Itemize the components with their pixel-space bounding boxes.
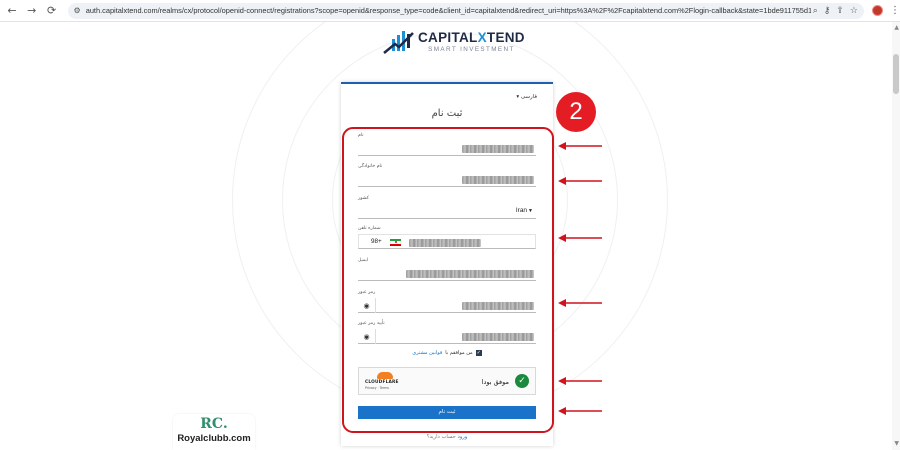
watermark-logo: RC. <box>200 416 228 432</box>
annotation-arrow-icon <box>558 142 602 150</box>
brand-logo: CAPITALXTEND SMART INVESTMENT <box>383 29 525 55</box>
scroll-down-icon[interactable]: ▼ <box>894 440 899 447</box>
watermark-badge: RC. Royalclubb.com <box>173 414 255 450</box>
logo-mark-icon <box>383 31 414 54</box>
login-prompt: ورود حساب دارید؟ <box>426 434 468 440</box>
annotation-arrow-icon <box>558 407 602 415</box>
annotation-arrow-icon <box>558 299 602 307</box>
annotation-highlight-box <box>342 127 554 433</box>
login-link[interactable]: ورود <box>457 434 467 440</box>
profile-avatar[interactable] <box>871 5 883 16</box>
reload-icon[interactable]: ⟳ <box>44 3 60 19</box>
menu-dots-icon[interactable]: ⋮ <box>890 5 900 16</box>
address-bar[interactable]: ⚙ auth.capitalxtend.com/realms/cx/protoc… <box>67 2 864 19</box>
key-icon[interactable]: ⚷ <box>824 6 831 16</box>
scrollbar-thumb[interactable] <box>893 54 899 94</box>
brand-tagline: SMART INVESTMENT <box>428 46 515 53</box>
site-info-icon[interactable]: ⚙ <box>74 6 81 15</box>
share-icon[interactable]: ⇪ <box>836 6 844 16</box>
zoom-icon[interactable]: ⌕ <box>813 6 818 16</box>
scroll-up-icon[interactable]: ▲ <box>894 24 899 31</box>
annotation-arrow-icon <box>558 177 602 185</box>
forward-icon[interactable]: → <box>24 3 40 19</box>
back-icon[interactable]: ← <box>4 3 20 19</box>
step-number-badge: 2 <box>556 92 596 132</box>
watermark-text: Royalclubb.com <box>177 433 251 444</box>
url-text: auth.capitalxtend.com/realms/cx/protocol… <box>85 6 811 15</box>
annotation-arrow-icon <box>558 234 602 242</box>
bookmark-star-icon[interactable]: ☆ <box>850 6 858 16</box>
language-selector[interactable]: ▾ فارسی <box>516 94 537 100</box>
page-title: ثبت نام <box>431 108 463 119</box>
brand-name: CAPITALXTEND <box>418 30 525 45</box>
annotation-arrow-icon <box>558 377 602 385</box>
browser-toolbar: ← → ⟳ ⚙ auth.capitalxtend.com/realms/cx/… <box>0 0 900 22</box>
page-scrollbar[interactable] <box>892 22 900 450</box>
